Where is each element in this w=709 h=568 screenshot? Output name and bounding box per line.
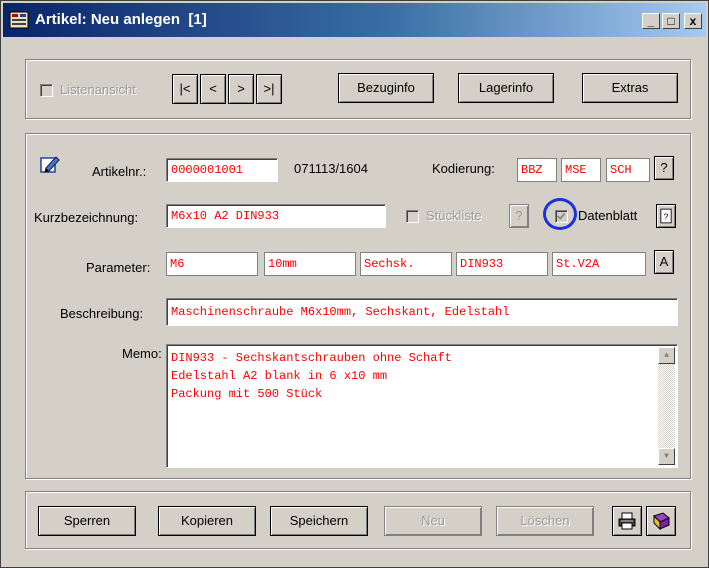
kodierung-field-2[interactable]: MSE <box>561 158 601 182</box>
parameter-field-2[interactable]: 10mm <box>264 252 356 276</box>
article-window: Artikel: Neu anlegen [1] _ □ x Listenans… <box>0 0 709 568</box>
beschreibung-field[interactable]: Maschinenschraube M6x10mm, Sechskant, Ed… <box>166 298 678 326</box>
highlight-circle <box>543 198 577 230</box>
extras-button[interactable]: Extras <box>582 73 678 103</box>
print-button[interactable] <box>612 506 642 536</box>
memo-scrollbar[interactable]: ▲ ▼ <box>658 347 675 465</box>
speichern-button[interactable]: Speichern <box>270 506 368 536</box>
form-group: Artikelnr.: 0000001001 071113/1604 Kodie… <box>25 133 691 479</box>
lagerinfo-button[interactable]: Lagerinfo <box>458 73 554 103</box>
toolbar-group: Listenansicht |< < > >| Bezuginfo Lageri… <box>25 59 691 119</box>
datasheet-icon: ? <box>660 208 672 224</box>
minimize-button[interactable]: _ <box>642 13 660 29</box>
title-bar[interactable]: Artikel: Neu anlegen [1] _ □ x <box>3 3 706 37</box>
book-button[interactable] <box>646 506 676 536</box>
edit-pencil-icon[interactable] <box>40 154 60 174</box>
parameter-field-1[interactable]: M6 <box>166 252 258 276</box>
artikelnr-label: Artikelnr.: <box>92 164 147 179</box>
kodierung-field-3[interactable]: SCH <box>606 158 650 182</box>
memo-label: Memo: <box>122 346 162 361</box>
close-button[interactable]: x <box>684 13 702 29</box>
memo-field[interactable]: DIN933 - Sechskantschrauben ohne Schaft … <box>166 344 678 468</box>
scroll-up-arrow-icon[interactable]: ▲ <box>658 347 675 364</box>
memo-line: Edelstahl A2 blank in 6 x10 mm <box>171 369 388 383</box>
bezuginfo-button[interactable]: Bezuginfo <box>338 73 434 103</box>
stueckliste-help-button[interactable]: ? <box>509 204 529 228</box>
parameter-label: Parameter: <box>86 260 151 275</box>
printer-icon <box>618 512 636 530</box>
kodierung-label: Kodierung: <box>432 161 495 176</box>
memo-line: Packung mit 500 Stück <box>171 387 323 401</box>
artikelnr-field[interactable]: 0000001001 <box>166 158 278 182</box>
nav-last-button[interactable]: >| <box>256 74 282 104</box>
sperren-button[interactable]: Sperren <box>38 506 136 536</box>
kopieren-button[interactable]: Kopieren <box>158 506 256 536</box>
stueckliste-label: Stückliste <box>426 208 482 223</box>
maximize-button[interactable]: □ <box>662 13 680 29</box>
kodierung-field-1[interactable]: BBZ <box>517 158 557 182</box>
kodierung-help-button[interactable]: ? <box>654 156 674 180</box>
kurzbezeichnung-field[interactable]: M6x10 A2 DIN933 <box>166 204 386 228</box>
nav-prev-button[interactable]: < <box>200 74 226 104</box>
footer-group: Sperren Kopieren Speichern Neu Löschen <box>25 491 691 549</box>
parameter-field-5[interactable]: St.V2A <box>552 252 646 276</box>
book-icon <box>653 512 670 531</box>
list-view-label: Listenansicht <box>60 82 136 97</box>
svg-text:?: ? <box>664 211 669 221</box>
parameter-a-button[interactable]: A <box>654 250 674 274</box>
parameter-field-4[interactable]: DIN933 <box>456 252 548 276</box>
app-icon <box>9 11 29 29</box>
loeschen-button[interactable]: Löschen <box>496 506 594 536</box>
window-title: Artikel: Neu anlegen [1] <box>35 11 207 28</box>
memo-line: DIN933 - Sechskantschrauben ohne Schaft <box>171 351 452 365</box>
list-view-checkbox[interactable] <box>40 84 53 97</box>
datenblatt-button[interactable]: ? <box>656 204 676 228</box>
nav-next-button[interactable]: > <box>228 74 254 104</box>
datenblatt-label: Datenblatt <box>578 208 638 223</box>
stueckliste-checkbox[interactable] <box>406 210 419 223</box>
kurzbezeichnung-label: Kurzbezeichnung: <box>34 210 139 225</box>
nav-first-button[interactable]: |< <box>172 74 198 104</box>
neu-button[interactable]: Neu <box>384 506 482 536</box>
parameter-field-3[interactable]: Sechsk. <box>360 252 452 276</box>
scroll-down-arrow-icon[interactable]: ▼ <box>658 448 675 465</box>
artikel-info: 071113/1604 <box>294 161 368 176</box>
beschreibung-label: Beschreibung: <box>60 306 144 321</box>
